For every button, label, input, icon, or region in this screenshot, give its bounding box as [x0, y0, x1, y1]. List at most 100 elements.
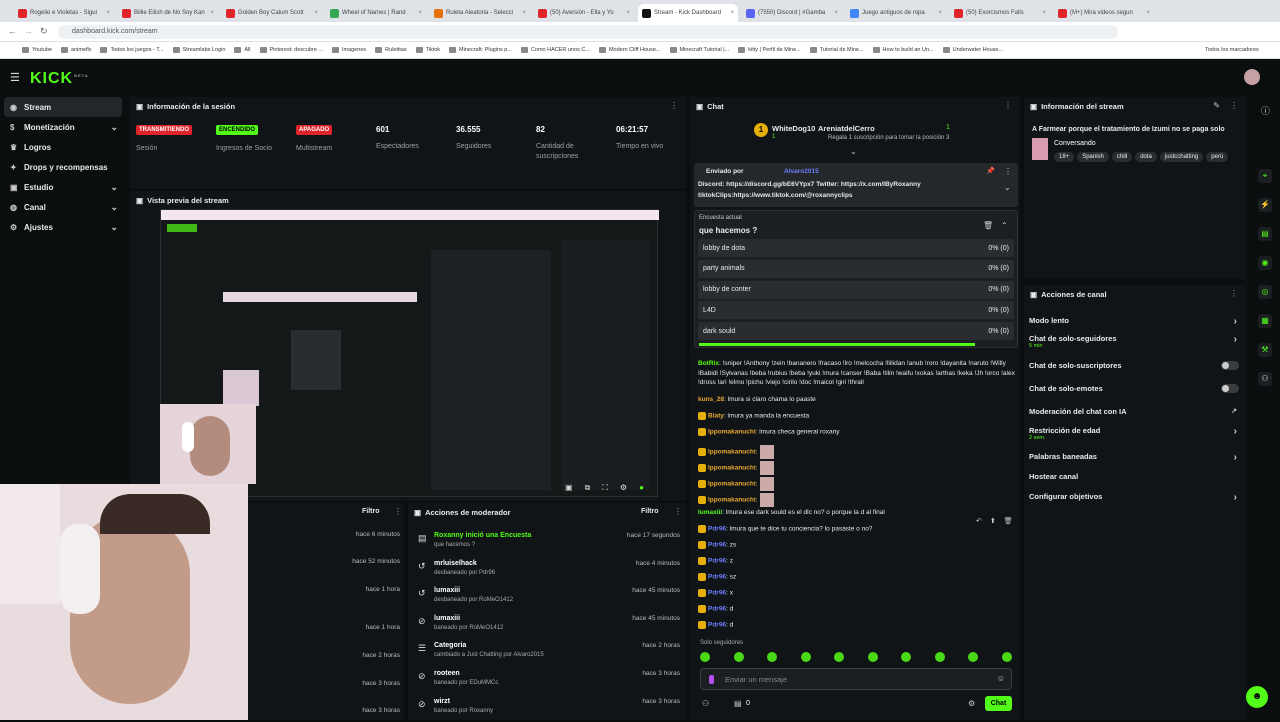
- poll-option[interactable]: lobby de conter 0% (0): [698, 280, 1014, 299]
- gift-sub-hint[interactable]: Regala 1 suscripción para tomar la posic…: [828, 135, 949, 141]
- trash-icon[interactable]: 🗑: [983, 221, 993, 230]
- back-icon[interactable]: ←: [8, 26, 17, 36]
- close-icon[interactable]: ×: [626, 10, 630, 16]
- browser-tab[interactable]: (50) Exorcismos Falls ×: [950, 4, 1050, 22]
- chat-username[interactable]: Pdr96: [708, 558, 726, 565]
- bookmark-item[interactable]: animeflv: [61, 47, 91, 53]
- reload-icon[interactable]: ↻: [40, 26, 48, 37]
- bookmark-item[interactable]: All: [234, 47, 251, 53]
- browser-tab[interactable]: (7550) Discord | #Gamba ×: [742, 4, 842, 22]
- emote-icon[interactable]: [901, 652, 912, 662]
- channel-action-item[interactable]: Chat de solo-emotes: [1029, 384, 1239, 393]
- poll-option[interactable]: dark sould 0% (0): [698, 322, 1014, 341]
- chat-username[interactable]: Pdr96: [708, 622, 726, 629]
- mod-action-item[interactable]: ☰ Categoria cambiado a Just Chatting por A…: [418, 640, 686, 666]
- close-icon[interactable]: ×: [1042, 10, 1046, 16]
- settings-icon[interactable]: ⚙: [620, 483, 627, 493]
- popout-icon[interactable]: ⧉: [585, 483, 591, 493]
- chat-input[interactable]: Enviar un mensaje ☺: [700, 668, 1012, 690]
- emote-icon[interactable]: [800, 652, 811, 662]
- pin-icon[interactable]: ⬆: [990, 517, 996, 530]
- channel-action-item[interactable]: Chat de solo-suscriptores: [1029, 361, 1239, 370]
- chat-username[interactable]: lppomakanuchi: [708, 449, 756, 456]
- bolt-icon[interactable]: ⚡: [1258, 198, 1272, 212]
- bookmark-item[interactable]: Pinterest: descubre ...: [259, 47, 323, 53]
- chat-message[interactable]: lppomakanuchi:: [698, 461, 1018, 475]
- layout-icon[interactable]: ▣: [565, 483, 573, 493]
- sidebar-item-stream[interactable]: ◉ Stream: [4, 97, 122, 117]
- emote-icon[interactable]: [867, 652, 878, 662]
- send-chat-button[interactable]: Chat: [985, 696, 1012, 711]
- bookmark-item[interactable]: Streamlabs Login: [172, 47, 225, 53]
- browser-tab[interactable]: (M+) Mira videos segun ×: [1054, 4, 1154, 22]
- bookmark-item[interactable]: kitty | Perfil de Mine...: [738, 47, 801, 53]
- chat-message[interactable]: kuns_28: lmura si claro chama lo paaste: [698, 396, 1018, 403]
- emote-icon[interactable]: [934, 652, 945, 662]
- pinned-line-2[interactable]: tiktokClips:https://www.tiktok.com/@roxa…: [698, 192, 853, 199]
- mod-action-item[interactable]: ↺ lumaxiii desbaneado por RoMeO1412 hace 45…: [418, 585, 686, 611]
- more-icon[interactable]: ⋮: [1004, 101, 1012, 110]
- channel-action-item[interactable]: Moderación del chat con IA ↗: [1029, 407, 1239, 416]
- users-icon[interactable]: ⚇: [1258, 372, 1272, 386]
- channel-action-item[interactable]: Palabras baneadas ›: [1029, 452, 1239, 463]
- trash-icon[interactable]: 🗑: [1004, 517, 1013, 530]
- toggle-switch[interactable]: [1221, 361, 1239, 370]
- close-icon[interactable]: ×: [106, 10, 110, 16]
- emote-icon[interactable]: [968, 652, 979, 662]
- chat-username[interactable]: lppomakanuchi: [708, 481, 756, 488]
- kick-logo[interactable]: KICKBETA: [30, 70, 89, 88]
- stream-tag[interactable]: chill: [1111, 152, 1133, 162]
- second-gifter-name[interactable]: AreniatdelCerro: [818, 124, 875, 133]
- chat-message[interactable]: BotRix: !sniper !Anthony !zein !bananero…: [698, 359, 1018, 391]
- chat-message[interactable]: lppomakanuchi: lmura checa general roxan…: [698, 428, 1018, 436]
- channel-action-item[interactable]: Configurar objetivos ›: [1029, 492, 1239, 503]
- chat-message[interactable]: lppomakanuchi:: [698, 493, 1018, 507]
- doc-icon[interactable]: ▤: [1258, 227, 1272, 241]
- bookmark-item[interactable]: Ruletitas: [375, 47, 407, 53]
- browser-tab[interactable]: Rogelio e Violetas - Sigui ×: [14, 4, 114, 22]
- settings-icon[interactable]: ⚙: [968, 699, 975, 708]
- close-icon[interactable]: ×: [834, 10, 838, 16]
- mod-action-item[interactable]: ⊘ rooteen baneado por EDuMMCc hace 3 horas: [418, 668, 686, 694]
- bookmark-item[interactable]: Underwater House...: [942, 47, 1003, 53]
- stream-tag[interactable]: perú: [1206, 152, 1229, 162]
- more-icon[interactable]: ⋮: [1230, 101, 1238, 110]
- chat-username[interactable]: Pdr96: [708, 574, 726, 581]
- close-icon[interactable]: ×: [210, 10, 214, 16]
- poll-option[interactable]: L4D 0% (0): [698, 301, 1014, 320]
- chat-username[interactable]: Blaty: [708, 413, 724, 420]
- mod-action-item[interactable]: ⊘ lumaxiii baneado por RoMeO1412 hace 45 mi…: [418, 613, 686, 639]
- channel-action-item[interactable]: Chat de solo-seguidores 5 min ›: [1029, 334, 1239, 349]
- pinned-line-1[interactable]: Discord: https://discord.gg/bE6VYpx7 Twi…: [698, 181, 921, 188]
- chat-username[interactable]: lppomakanuchi: [708, 465, 756, 472]
- toggle-switch[interactable]: [1221, 384, 1239, 393]
- sidebar-item-logros[interactable]: ♛ Logros: [0, 137, 126, 157]
- edit-icon[interactable]: ✎: [1213, 101, 1220, 110]
- bookmark-item[interactable]: Todos los juegos - T...: [100, 47, 164, 53]
- bookmark-item[interactable]: Minecraft Tutorial |...: [669, 47, 729, 53]
- browser-tab[interactable]: Wheel of Names | Rand ×: [326, 4, 426, 22]
- pin-icon[interactable]: 📌: [986, 167, 995, 175]
- browser-tab[interactable]: (50) Aversión - Ella y Yo ×: [534, 4, 634, 22]
- users-icon[interactable]: ⚇: [702, 699, 709, 708]
- chat-message[interactable]: lumaxiii: lmura ese dark sould es el dlc…: [698, 509, 1018, 516]
- close-icon[interactable]: ×: [730, 10, 734, 16]
- sidebar-item-ajustes[interactable]: ⚙ Ajustes ⌄: [0, 217, 126, 237]
- bookmark-item[interactable]: Imagenes: [332, 47, 366, 53]
- chat-username[interactable]: kuns_28: [698, 396, 724, 403]
- chevron-down-icon[interactable]: ⌄: [1004, 183, 1011, 192]
- avatar[interactable]: [1244, 69, 1260, 85]
- browser-tab[interactable]: Juego antiguos de ropa ×: [846, 4, 946, 22]
- close-icon[interactable]: ×: [938, 10, 942, 16]
- chat-message[interactable]: Pdr96: d: [698, 621, 1018, 629]
- sidebar-item-canal[interactable]: ◍ Canal ⌄: [0, 197, 126, 217]
- browser-tab[interactable]: Billie Eilish de No Soy Kan ×: [118, 4, 218, 22]
- gift-icon[interactable]: ▤: [734, 699, 742, 708]
- chat-bubble-icon[interactable]: ◉: [1258, 256, 1272, 270]
- bookmark-item[interactable]: Modern Cliff House...: [598, 47, 661, 53]
- stream-tag[interactable]: justcchatting: [1159, 152, 1204, 162]
- help-chat-icon[interactable]: ☻: [1246, 686, 1268, 708]
- close-icon[interactable]: ×: [1146, 10, 1150, 16]
- broadcast-icon[interactable]: ◎: [1258, 285, 1272, 299]
- emote-icon[interactable]: [1001, 652, 1012, 662]
